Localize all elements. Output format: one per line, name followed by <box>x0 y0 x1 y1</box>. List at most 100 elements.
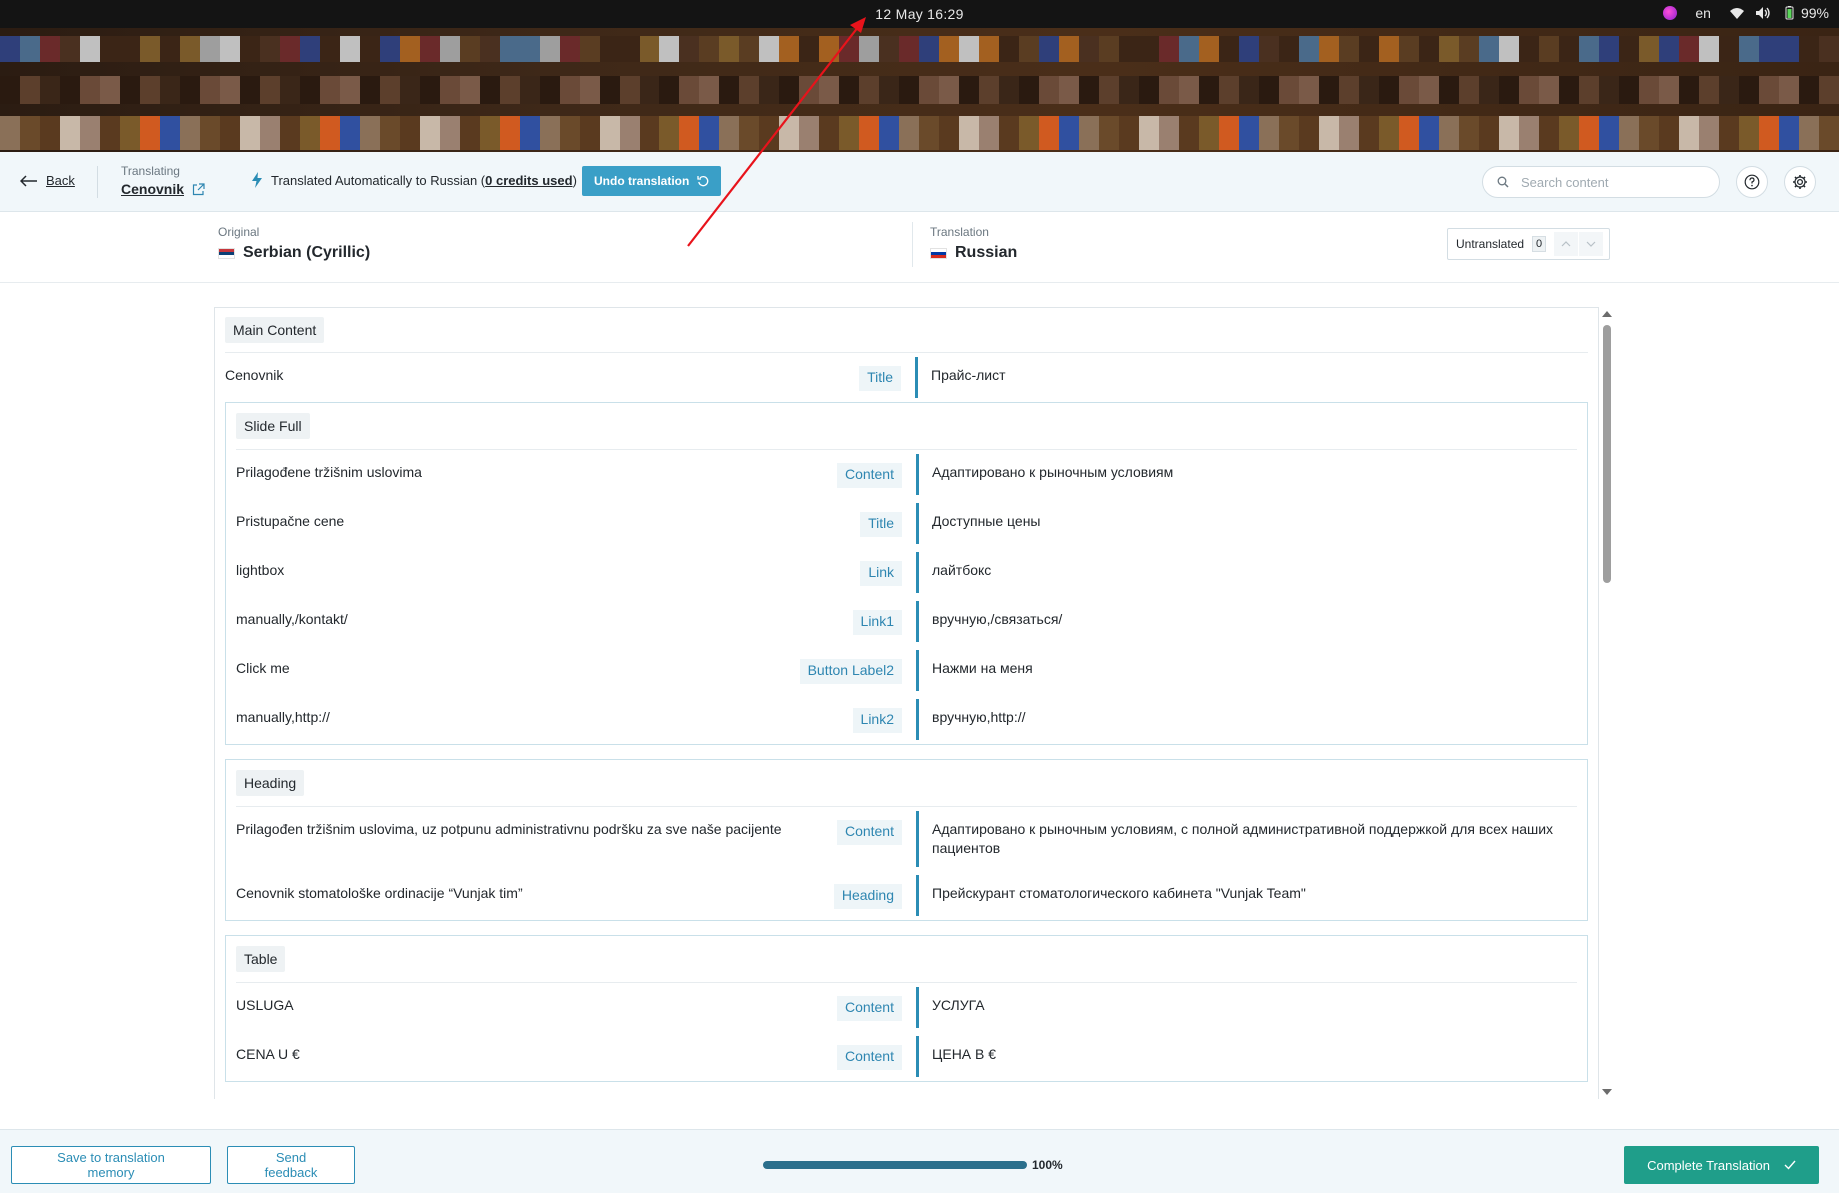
content-scrollbar[interactable] <box>1601 307 1613 1099</box>
translation-row[interactable]: CENA U € Content ЦЕНА В € <box>226 1032 1587 1081</box>
blurred-pixel <box>219 76 240 104</box>
keyboard-layout-indicator[interactable]: en <box>1695 5 1711 21</box>
blurred-pixel <box>819 76 840 104</box>
blurred-pixel <box>1438 116 1459 150</box>
blurred-pixel <box>1179 36 1200 62</box>
translation-row[interactable]: lightbox Link лайтбокс <box>226 548 1587 597</box>
translation-row[interactable]: Click me Button Label2 Нажми на меня <box>226 646 1587 695</box>
blurred-pixel <box>839 116 860 150</box>
blurred-pixel <box>739 36 760 62</box>
translation-text-field[interactable]: Адаптировано к рыночным условиям, с полн… <box>916 811 1587 867</box>
blurred-pixel <box>39 36 60 62</box>
settings-button[interactable] <box>1784 166 1816 198</box>
translation-row[interactable]: Prilagođen tržišnim uslovima, uz potpunu… <box>226 807 1587 871</box>
blurred-pixel <box>1259 116 1279 150</box>
blurred-pixel <box>1179 76 1200 104</box>
untranslated-filter[interactable]: Untranslated 0 <box>1447 228 1610 260</box>
blurred-pixel <box>659 76 680 104</box>
complete-translation-button[interactable]: Complete Translation <box>1624 1146 1819 1184</box>
translation-row[interactable]: manually,/kontakt/Link1 вручную,/связатьс… <box>226 597 1587 646</box>
translation-content-panel: Main Content Cenovnik Title Прайс-лист Slide… <box>214 307 1599 1099</box>
search-input[interactable] <box>1521 174 1691 190</box>
translation-row[interactable]: manually,http:// Link2 вручную,http:// <box>226 695 1587 744</box>
blurred-pixel <box>1239 116 1260 150</box>
blurred-pixel <box>239 36 260 62</box>
blurred-pixel <box>999 116 1020 150</box>
blurred-pixel <box>299 116 320 150</box>
translation-row[interactable]: Pristupačne cene Title Доступные цены <box>226 499 1587 548</box>
blurred-pixel <box>1638 36 1659 62</box>
blurred-pixel <box>1298 36 1319 62</box>
search-box[interactable] <box>1482 166 1720 198</box>
blurred-pixel <box>1598 76 1619 104</box>
blurred-pixel <box>779 116 800 150</box>
translation-row[interactable]: Prilagođene tržišnim uslovima Content Адап… <box>226 450 1587 499</box>
blurred-pixel <box>859 76 880 104</box>
blurred-pixel <box>1219 36 1240 62</box>
app-indicator-icon[interactable] <box>1663 6 1678 20</box>
original-text: Click me <box>236 660 290 676</box>
translation-text-field[interactable]: вручную,/связаться/ <box>916 601 1587 642</box>
translation-header: Back Translating Cenovnik Translated Aut… <box>0 152 1839 212</box>
blurred-pixel <box>1498 76 1519 104</box>
volume-icon[interactable] <box>1755 6 1771 20</box>
scrollbar-thumb[interactable] <box>1603 325 1611 583</box>
auto-translation-prefix: Translated Automatically to Russian ( <box>271 172 486 188</box>
arrow-left-icon <box>20 174 37 187</box>
external-link-icon[interactable] <box>192 182 205 196</box>
blurred-pixel <box>919 116 940 150</box>
translation-text-field[interactable]: вручную,http:// <box>916 699 1587 740</box>
blurred-pixel <box>1079 36 1100 62</box>
translation-text-field[interactable]: Адаптировано к рыночным условиям <box>916 454 1587 495</box>
blurred-pixel <box>959 36 980 62</box>
translation-text-field[interactable]: Нажми на меня <box>916 650 1587 691</box>
blurred-pixel <box>899 76 920 104</box>
help-button[interactable] <box>1736 166 1768 198</box>
blurred-pixel <box>1578 36 1599 62</box>
blurred-pixel <box>1338 36 1359 62</box>
translation-row[interactable]: Cenovnik stomatološke ordinacije “Vunjak… <box>226 871 1587 920</box>
os-clock[interactable]: 12 Мау 16:29 <box>0 6 1839 22</box>
blurred-pixel <box>979 36 1000 62</box>
blurred-pixel <box>499 36 520 62</box>
translation-row[interactable]: Cenovnik Title Прайс-лист <box>225 353 1588 402</box>
wifi-icon[interactable] <box>1729 6 1745 20</box>
field-type-tag: Content <box>836 463 902 488</box>
blurred-pixel <box>299 76 320 104</box>
battery-indicator[interactable]: 99% <box>1781 5 1829 21</box>
original-text: Cenovnik <box>225 367 284 383</box>
translation-row[interactable]: USLUGA Content УСЛУГА <box>226 983 1587 1032</box>
original-text: manually,http:// <box>236 709 330 725</box>
translation-text-field[interactable]: лайтбокс <box>916 552 1587 593</box>
next-untranslated-button[interactable] <box>1579 232 1604 256</box>
translation-text-field[interactable]: Прейскурант стоматологического кабинета … <box>916 875 1587 916</box>
blurred-pixel <box>79 36 100 62</box>
send-feedback-button[interactable]: Send feedback <box>227 1146 355 1184</box>
blurred-pixel <box>1698 116 1719 150</box>
translation-text-field[interactable]: ЦЕНА В € <box>916 1036 1587 1077</box>
field-type-tag: Content <box>836 820 902 845</box>
blurred-pixel <box>1039 116 1060 150</box>
page-link[interactable]: Cenovnik <box>121 181 205 197</box>
serbia-flag-icon <box>218 247 235 259</box>
blurred-pixel <box>479 116 500 150</box>
blurred-pixel <box>1298 116 1319 150</box>
translation-text-field[interactable]: Доступные цены <box>916 503 1587 544</box>
blurred-pixel <box>999 36 1020 62</box>
blurred-pixel <box>819 116 840 150</box>
back-link[interactable]: Back <box>20 173 75 188</box>
blurred-pixel <box>179 36 200 62</box>
translating-caption: Translating <box>121 164 180 178</box>
page-name[interactable]: Cenovnik <box>121 181 184 197</box>
blurred-pixel <box>1778 116 1799 150</box>
previous-untranslated-button[interactable] <box>1554 232 1579 256</box>
blurred-pixel <box>979 76 1000 104</box>
scroll-down-arrow-icon[interactable] <box>1602 1089 1612 1095</box>
blurred-pixel <box>1798 76 1819 104</box>
checkmark-icon <box>1784 1160 1796 1170</box>
undo-translation-button[interactable]: Undo translation <box>582 166 722 196</box>
save-to-memory-button[interactable]: Save to translation memory <box>11 1146 211 1184</box>
translation-text-field[interactable]: Прайс-лист <box>915 357 1588 398</box>
scroll-up-arrow-icon[interactable] <box>1602 311 1612 317</box>
translation-text-field[interactable]: УСЛУГА <box>916 987 1587 1028</box>
